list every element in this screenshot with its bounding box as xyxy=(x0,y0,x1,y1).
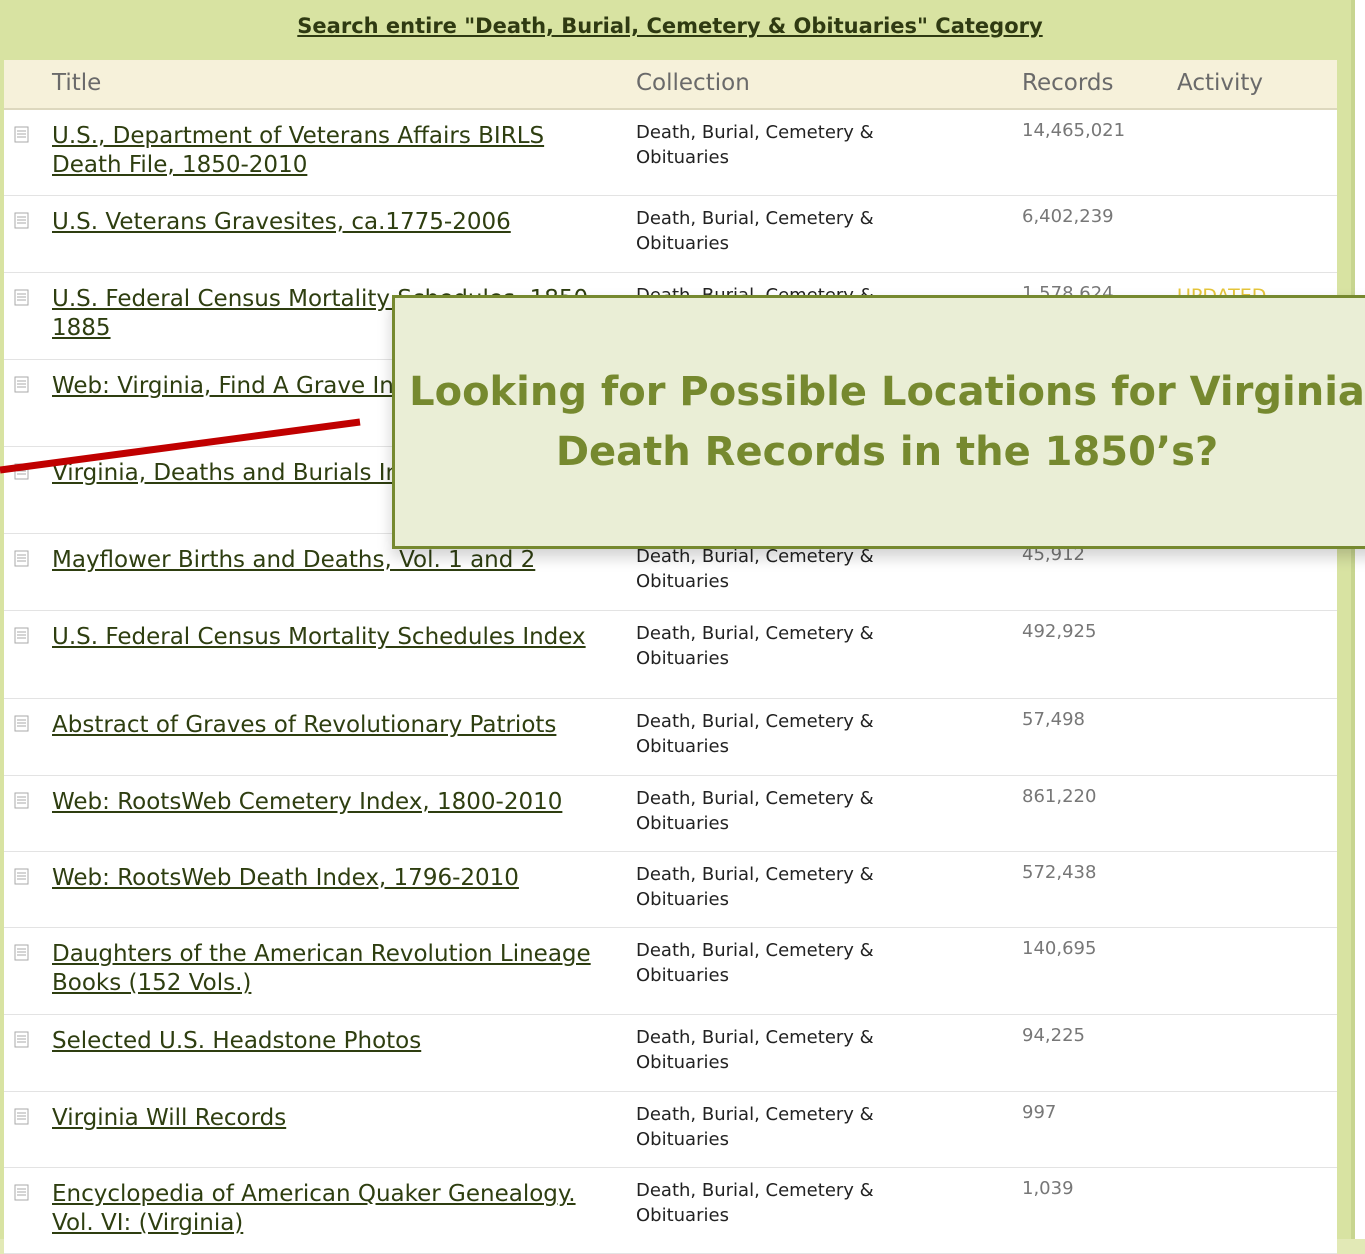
document-icon xyxy=(14,1184,30,1202)
document-icon xyxy=(14,1031,30,1049)
table-row: Web: RootsWeb Cemetery Index, 1800-2010 D… xyxy=(4,776,1337,852)
collection-category: Death, Burial, Cemetery & Obituaries xyxy=(636,940,874,986)
table-row: Selected U.S. Headstone Photos Death, Bur… xyxy=(4,1015,1337,1092)
record-count: 6,402,239 xyxy=(1022,206,1114,227)
col-activity-header: Activity xyxy=(1177,70,1264,96)
pointer-line xyxy=(0,418,361,474)
table-row: Abstract of Graves of Revolutionary Patr… xyxy=(4,699,1337,776)
record-count: 572,438 xyxy=(1022,862,1097,883)
collection-category: Death, Burial, Cemetery & Obituaries xyxy=(636,1104,874,1150)
table-row: Virginia Will Records Death, Burial, Ceme… xyxy=(4,1092,1337,1168)
callout-text: Looking for Possible Locations for Virgi… xyxy=(409,369,1365,475)
collection-category: Death, Burial, Cemetery & Obituaries xyxy=(636,788,874,834)
record-count: 57,498 xyxy=(1022,709,1085,730)
collection-category: Death, Burial, Cemetery & Obituaries xyxy=(636,1180,874,1226)
document-icon xyxy=(14,944,30,962)
table-row: Encyclopedia of American Quaker Genealog… xyxy=(4,1168,1337,1254)
collection-title-link[interactable]: Web: RootsWeb Death Index, 1796-2010 xyxy=(52,864,612,893)
collection-category: Death, Burial, Cemetery & Obituaries xyxy=(636,208,874,254)
record-count: 997 xyxy=(1022,1102,1057,1123)
page-edge xyxy=(1355,0,1365,1239)
record-count: 861,220 xyxy=(1022,786,1097,807)
record-count: 94,225 xyxy=(1022,1025,1085,1046)
document-icon xyxy=(14,1108,30,1126)
col-records-header[interactable]: Records xyxy=(1022,70,1113,96)
document-icon xyxy=(14,715,30,733)
collection-title-link[interactable]: Daughters of the American Revolution Lin… xyxy=(52,940,612,998)
table-row: Daughters of the American Revolution Lin… xyxy=(4,928,1337,1015)
document-icon xyxy=(14,792,30,810)
table-row: U.S. Federal Census Mortality Schedules … xyxy=(4,611,1337,699)
collection-title-link[interactable]: U.S. Federal Census Mortality Schedules … xyxy=(52,623,612,652)
collection-category: Death, Burial, Cemetery & Obituaries xyxy=(636,864,874,910)
collection-category: Death, Burial, Cemetery & Obituaries xyxy=(636,623,874,669)
document-icon xyxy=(14,627,30,645)
collection-category: Death, Burial, Cemetery & Obituaries xyxy=(636,546,874,592)
record-count: 14,465,021 xyxy=(1022,120,1126,141)
record-count: 492,925 xyxy=(1022,621,1097,642)
document-icon xyxy=(14,868,30,886)
collection-title-link[interactable]: Virginia Will Records xyxy=(52,1104,612,1133)
col-collection-header[interactable]: Collection xyxy=(636,70,750,96)
pointer-arrow xyxy=(0,418,361,474)
collection-category: Death, Burial, Cemetery & Obituaries xyxy=(636,1027,874,1073)
record-count: 1,039 xyxy=(1022,1178,1074,1199)
table-row: Web: RootsWeb Death Index, 1796-2010 Deat… xyxy=(4,852,1337,928)
collection-title-link[interactable]: Selected U.S. Headstone Photos xyxy=(52,1027,612,1056)
annotation-callout: Looking for Possible Locations for Virgi… xyxy=(392,295,1365,549)
collection-category: Death, Burial, Cemetery & Obituaries xyxy=(636,711,874,757)
record-count: 140,695 xyxy=(1022,938,1097,959)
collection-title-link[interactable]: Abstract of Graves of Revolutionary Patr… xyxy=(52,711,612,740)
collection-title-link[interactable]: Encyclopedia of American Quaker Genealog… xyxy=(52,1180,612,1238)
collection-title-link[interactable]: Web: RootsWeb Cemetery Index, 1800-2010 xyxy=(52,788,612,817)
collection-category: Death, Burial, Cemetery & Obituaries xyxy=(636,122,874,168)
